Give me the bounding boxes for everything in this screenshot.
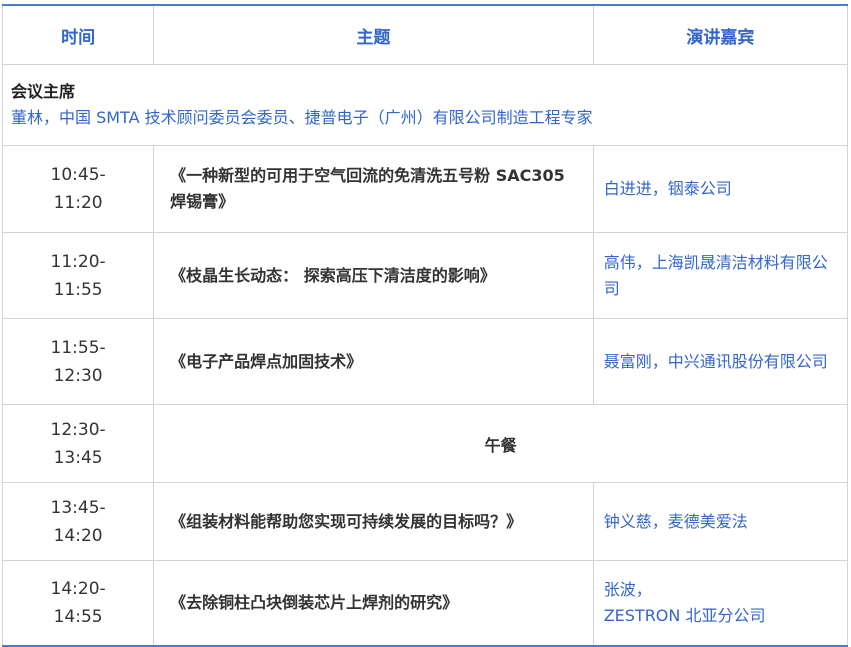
table-header-row: 时间 主题 演讲嘉宾 [1,4,849,65]
time-end: 11:20 [53,193,103,213]
speaker-name: 张波， [603,580,652,599]
header-speaker: 演讲嘉宾 [592,4,849,65]
chair-text: 董林，中国 SMTA 技术顾问委员会委员、捷普电子（广州）有限公司制造工程专家 [11,108,593,127]
time-start: 13:45- [50,497,106,518]
time-start: 12:30- [50,419,106,440]
topic-cell: 《电子产品焊点加固技术》 [153,318,594,405]
topic-cell: 《一种新型的可用于空气回流的免清洗五号粉 SAC305 焊锡膏》 [153,145,594,233]
time-start: 14:20- [50,579,106,599]
table-row: 14:20- 14:55 《去除铜柱凸块倒装芯片上焊剂的研究》 张波， ZEST… [1,560,849,647]
time-start: 11:20- [50,251,106,272]
agenda-table: 时间 主题 演讲嘉宾 会议主席 董林，中国 SMTA 技术顾问委员会委员、捷普电… [1,4,849,647]
time-cell: 12:30- 13:45 [1,404,155,483]
topic-cell: 《组装材料能帮助您实现可持续发展的目标吗？》 [153,482,594,561]
table-row: 12:30- 13:45 午餐 [1,404,848,483]
time-end: 14:20 [53,525,103,546]
time-cell: 13:45- 14:20 [1,482,155,561]
speaker-company: ZESTRON 北亚分公司 [603,606,766,625]
table-row: 13:45- 14:20 《组装材料能帮助您实现可持续发展的目标吗？》 钟义慈，… [1,482,849,561]
speaker-cell: 白进进，铟泰公司 [592,145,849,233]
agenda-table-container: 时间 主题 演讲嘉宾 会议主席 董林，中国 SMTA 技术顾问委员会委员、捷普电… [1,4,849,647]
table-row: 11:55- 12:30 《电子产品焊点加固技术》 聂富刚，中兴通讯股份有限公司 [1,318,849,405]
header-topic: 主题 [153,4,594,65]
lunch-cell: 午餐 [153,404,848,483]
time-cell: 11:55- 12:30 [1,318,155,405]
chair-row: 会议主席 董林，中国 SMTA 技术顾问委员会委员、捷普电子（广州）有限公司制造… [2,64,848,146]
speaker-cell: 高伟，上海凯晟清洁材料有限公司 [592,232,849,319]
speaker-cell: 钟义慈，麦德美爱法 [592,482,849,561]
time-end: 14:55 [53,607,103,627]
header-time: 时间 [1,4,155,65]
topic-cell: 《去除铜柱凸块倒装芯片上焊剂的研究》 [153,560,594,647]
topic-cell: 《枝晶生长动态： 探索高压下清洁度的影响》 [153,232,594,319]
time-end: 12:30 [53,365,103,386]
time-cell: 11:20- 11:55 [1,232,155,319]
chair-cell: 会议主席 董林，中国 SMTA 技术顾问委员会委员、捷普电子（广州）有限公司制造… [2,64,848,146]
speaker-cell: 张波， ZESTRON 北亚分公司 [592,560,849,647]
table-row: 10:45- 11:20 《一种新型的可用于空气回流的免清洗五号粉 SAC305… [1,145,849,233]
time-end: 13:45 [53,447,103,468]
time-end: 11:55 [53,279,103,300]
time-start: 11:55- [50,337,106,358]
time-cell: 10:45- 11:20 [1,145,155,233]
time-cell: 14:20- 14:55 [1,560,155,647]
speaker-cell: 聂富刚，中兴通讯股份有限公司 [592,318,849,405]
table-row: 11:20- 11:55 《枝晶生长动态： 探索高压下清洁度的影响》 高伟，上海… [1,232,849,319]
chair-title: 会议主席 [11,82,76,101]
time-start: 10:45- [50,165,106,185]
